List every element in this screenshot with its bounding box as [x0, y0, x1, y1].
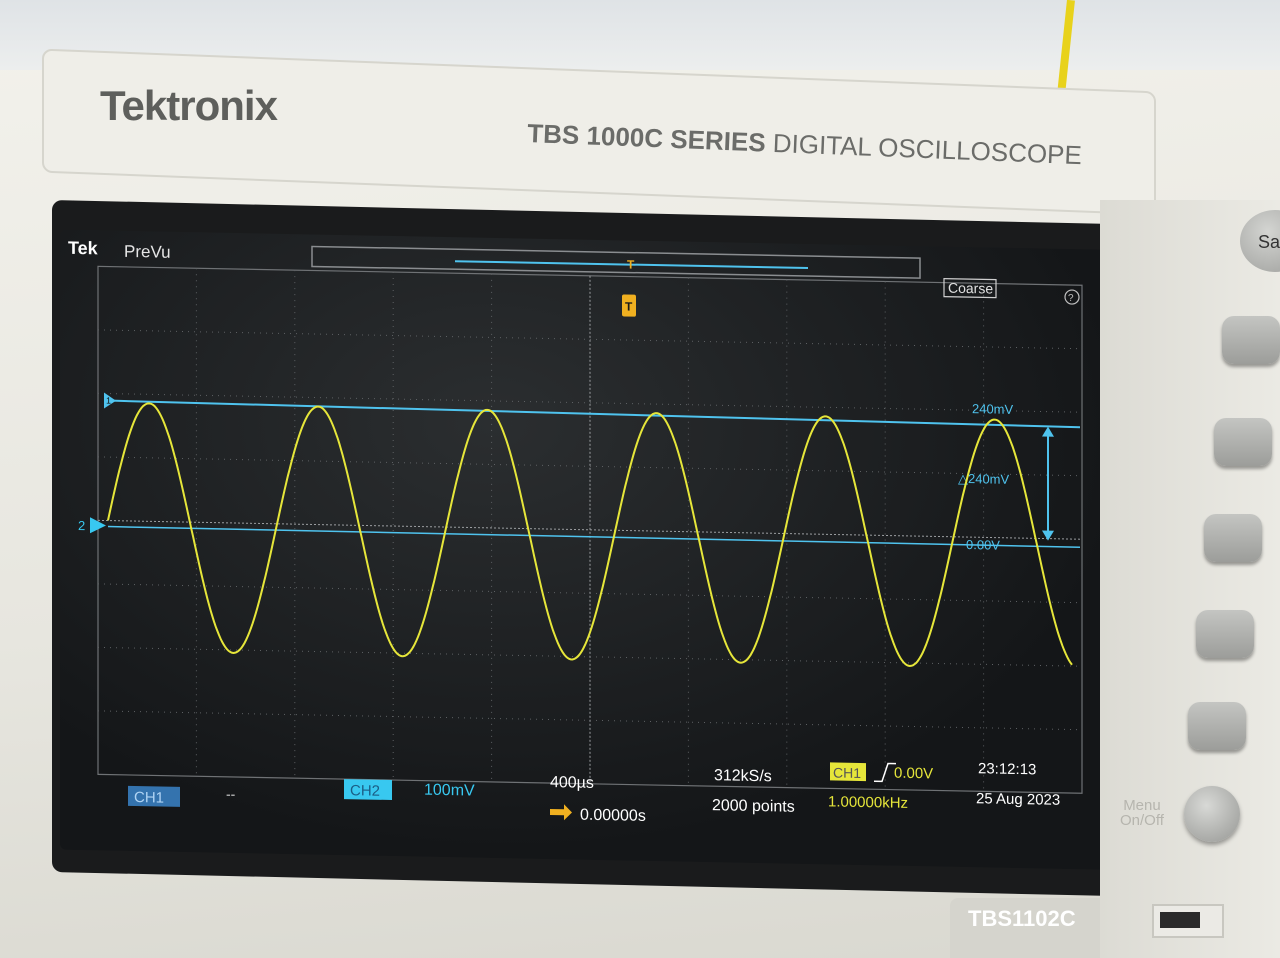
menu-onoff-button[interactable] — [1184, 786, 1240, 842]
option-button-4[interactable] — [1196, 610, 1254, 658]
record-length: 2000 points — [712, 797, 795, 816]
side-button-panel — [1100, 200, 1280, 958]
ch1-marker: 1 — [106, 396, 111, 406]
timebase: 400µs — [550, 774, 594, 792]
option-button-3[interactable] — [1204, 514, 1262, 562]
ch2-label[interactable]: CH2 — [350, 782, 380, 800]
option-button-5[interactable] — [1188, 702, 1246, 750]
display-svg: Tek PreVu T Coarse ? T 240mV △240mV 0.00… — [68, 238, 1083, 825]
onoff-label: On/Off — [1120, 812, 1164, 829]
tek-label: Tek — [68, 238, 99, 259]
ch2-scale: 100mV — [424, 782, 475, 800]
trigger-marker: T — [625, 299, 633, 313]
rising-edge-icon — [874, 762, 896, 783]
grid-hline — [98, 646, 1082, 667]
option-button-2[interactable] — [1214, 418, 1272, 466]
trigger-level: 0.00V — [894, 765, 933, 783]
display-screen: Tek PreVu T Coarse ? T 240mV △240mV 0.00… — [60, 229, 1140, 871]
ch1-scale: -- — [226, 786, 236, 802]
option-button-1[interactable] — [1222, 316, 1280, 364]
date-readout: 25 Aug 2023 — [976, 790, 1060, 809]
coarse-label[interactable]: Coarse — [948, 280, 993, 297]
help-icon-glyph: ? — [1068, 293, 1074, 304]
arrow-up-icon — [1042, 426, 1054, 437]
brand-logo: Tektronix — [100, 82, 278, 129]
frequency-readout: 1.00000kHz — [828, 793, 908, 812]
record-view-bar — [311, 245, 921, 279]
model-label: TBS1102C — [968, 906, 1076, 931]
cursor-top-line[interactable] — [107, 399, 1081, 429]
arrow-down-icon — [1042, 530, 1054, 541]
menu-onoff-label: Menu On/Off — [1120, 798, 1164, 828]
position-arrow-icon — [550, 804, 572, 821]
time-readout: 23:12:13 — [978, 760, 1036, 778]
sample-rate: 312kS/s — [714, 767, 772, 785]
ch2-marker: 2 — [78, 518, 85, 533]
cursor-bottom-label: 0.00V — [966, 537, 1000, 553]
horizontal-position: 0.00000s — [580, 807, 646, 825]
ch1-label[interactable]: CH1 — [134, 789, 164, 807]
trigger-source: CH1 — [833, 764, 861, 781]
cursor-top-label: 240mV — [972, 401, 1014, 417]
trigger-marker-top: T — [627, 258, 635, 272]
usb-slot — [1160, 912, 1200, 928]
menu-label: Menu — [1123, 797, 1161, 814]
save-button-label: Sa — [1258, 232, 1280, 252]
mode-label: PreVu — [124, 242, 171, 262]
